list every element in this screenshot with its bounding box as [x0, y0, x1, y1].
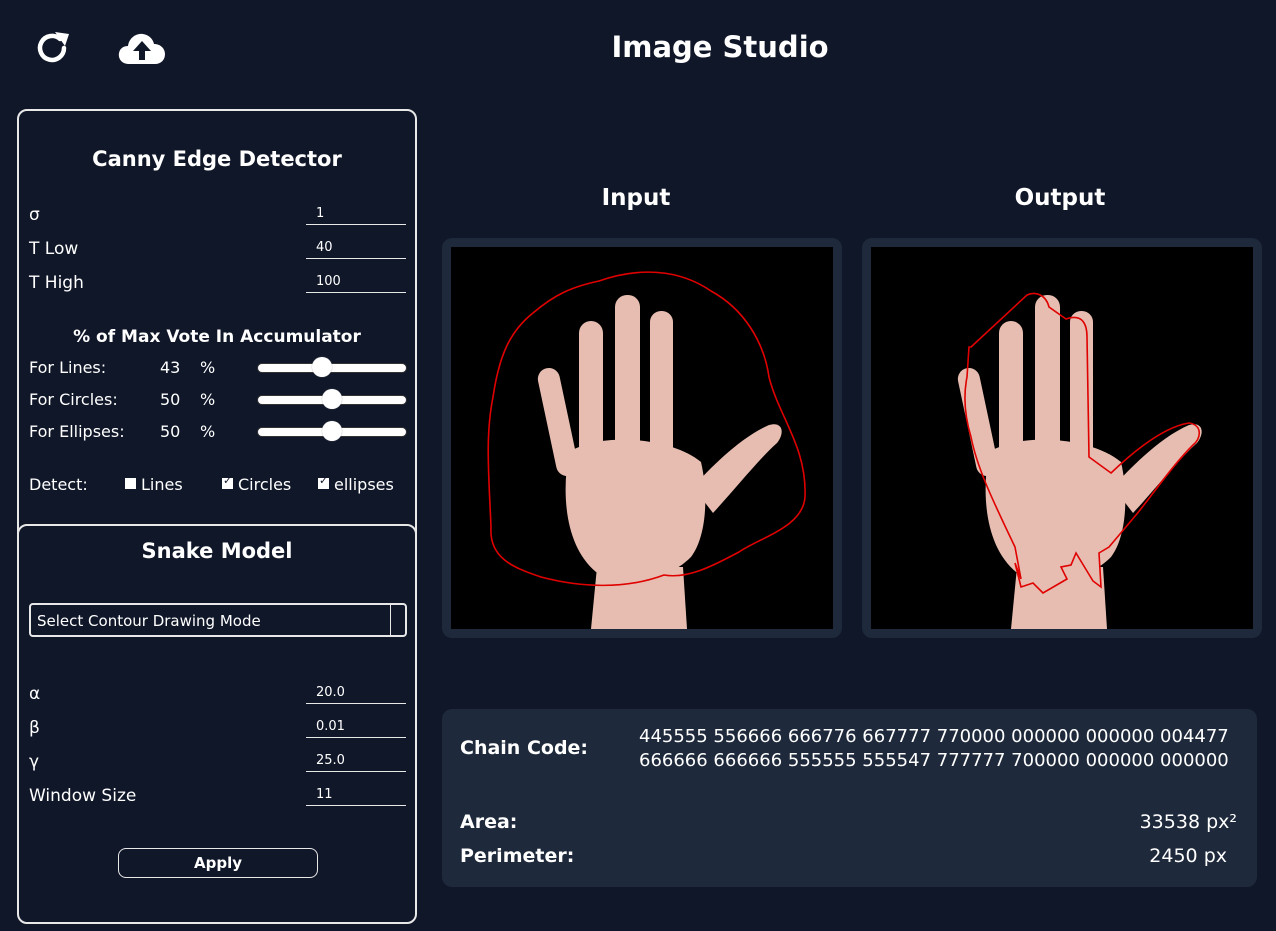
beta-label: β — [29, 718, 40, 738]
perimeter-value: 2450 px — [1149, 845, 1227, 867]
t-low-input[interactable] — [306, 237, 406, 259]
chain-code-label: Chain Code: — [460, 737, 589, 759]
sigma-label: σ — [29, 205, 40, 225]
cloud-upload-icon — [118, 33, 165, 64]
lines-vote-slider[interactable] — [257, 357, 407, 377]
accumulator-title: % of Max Vote In Accumulator — [73, 327, 361, 347]
ellipses-checkbox-box[interactable]: ✓ — [318, 474, 329, 489]
reload-icon — [37, 32, 69, 63]
perimeter-label: Perimeter: — [460, 845, 575, 867]
alpha-input[interactable] — [306, 682, 406, 704]
t-high-label: T High — [29, 273, 84, 293]
select-divider — [390, 605, 391, 635]
lines-checkbox-box[interactable] — [125, 478, 136, 489]
detect-ellipses-checkbox[interactable]: ✓ ellipses — [318, 474, 394, 494]
lines-checkbox-label: Lines — [141, 475, 183, 494]
chain-code-line-1: 445555 556666 666776 667777 770000 00000… — [639, 726, 1229, 747]
lines-vote-value: 43 — [160, 358, 181, 377]
canny-panel: Canny Edge Detector σ T Low T High % of … — [17, 109, 417, 545]
check-mark-icon: ✓ — [223, 474, 233, 487]
detect-lines-checkbox[interactable]: Lines — [125, 475, 183, 494]
circles-slider-thumb[interactable] — [322, 389, 342, 409]
area-label: Area: — [460, 811, 518, 833]
t-low-label: T Low — [29, 239, 79, 259]
lines-slider-thumb[interactable] — [311, 357, 332, 377]
window-size-label: Window Size — [29, 786, 137, 806]
output-hand-image — [871, 247, 1253, 629]
upload-button[interactable] — [117, 30, 167, 66]
t-high-input[interactable] — [306, 271, 406, 293]
alpha-label: α — [29, 684, 41, 704]
output-title: Output — [1014, 185, 1106, 211]
input-image[interactable] — [451, 247, 833, 629]
circles-percent-sign: % — [200, 390, 216, 409]
circles-checkbox-label: Circles — [238, 475, 292, 494]
input-title: Input — [601, 185, 671, 211]
ellipses-checkbox-label: ellipses — [334, 475, 394, 494]
window-size-input[interactable] — [306, 784, 406, 806]
beta-input[interactable] — [306, 716, 406, 738]
gamma-label: γ — [29, 752, 40, 772]
detect-label: Detect: — [29, 475, 88, 494]
output-image[interactable] — [871, 247, 1253, 629]
lines-percent-sign: % — [200, 358, 216, 377]
circles-vote-label: For Circles: — [29, 390, 118, 409]
lines-vote-label: For Lines: — [29, 358, 107, 377]
snake-panel: Snake Model Select Contour Drawing Mode … — [17, 524, 417, 924]
snake-title: Snake Model — [141, 539, 293, 563]
results-panel: Chain Code: 445555 556666 666776 667777 … — [442, 709, 1257, 887]
gamma-input[interactable] — [306, 750, 406, 772]
contour-mode-select[interactable]: Select Contour Drawing Mode — [29, 603, 407, 637]
contour-mode-select-value: Select Contour Drawing Mode — [37, 612, 261, 630]
check-mark-icon: ✓ — [319, 474, 329, 487]
reload-button[interactable] — [33, 28, 73, 68]
circles-vote-value: 50 — [160, 390, 181, 409]
apply-button[interactable]: Apply — [118, 848, 318, 878]
chain-code-line-2: 666666 666666 555555 555547 777777 70000… — [639, 750, 1229, 771]
ellipses-vote-label: For Ellipses: — [29, 422, 125, 441]
circles-checkbox-box[interactable]: ✓ — [222, 474, 233, 489]
detect-circles-checkbox[interactable]: ✓ Circles — [222, 474, 292, 494]
sigma-input[interactable] — [306, 203, 406, 225]
ellipses-slider-thumb[interactable] — [322, 421, 342, 441]
circles-vote-slider[interactable] — [257, 389, 407, 409]
area-value: 33538 px² — [1139, 811, 1237, 833]
canny-title: Canny Edge Detector — [92, 147, 342, 171]
input-hand-image — [451, 247, 833, 629]
ellipses-percent-sign: % — [200, 422, 216, 441]
ellipses-vote-slider[interactable] — [257, 421, 407, 441]
output-image-frame — [862, 238, 1262, 638]
ellipses-vote-value: 50 — [160, 422, 181, 441]
input-image-frame — [442, 238, 842, 638]
app-title: Image Studio — [611, 30, 829, 64]
